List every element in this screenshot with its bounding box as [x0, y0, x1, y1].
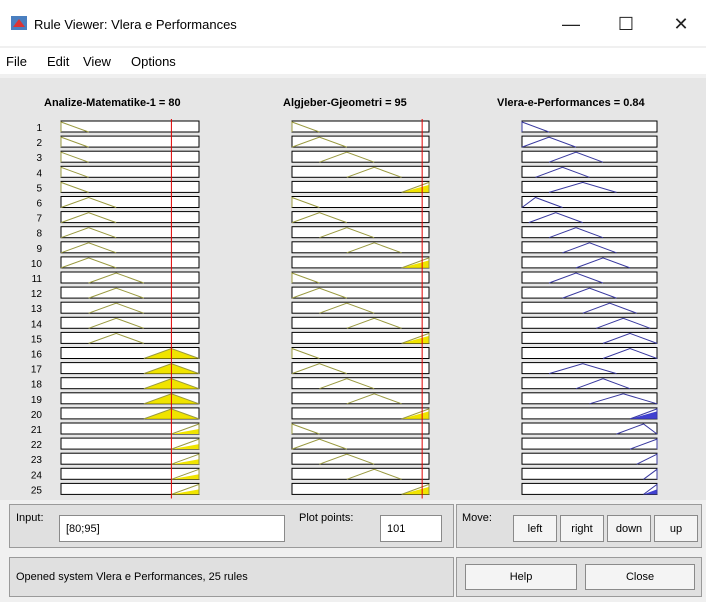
rule-number: 20 — [31, 410, 43, 421]
rule-number: 9 — [36, 244, 42, 255]
rule-number: 8 — [36, 229, 42, 240]
rule-number: 10 — [31, 259, 43, 270]
rule-cell — [521, 347, 658, 359]
rule-cell — [60, 120, 200, 133]
rule-number: 1 — [36, 123, 42, 134]
input-label: Input: — [16, 512, 44, 524]
rule-cell — [60, 482, 200, 495]
move-up-button[interactable]: up — [654, 515, 698, 542]
rule-cell — [291, 120, 430, 133]
rule-cell — [521, 135, 658, 148]
rule-number: 25 — [31, 485, 43, 496]
rule-number: 13 — [31, 304, 43, 315]
rule-number: 17 — [31, 365, 43, 376]
rule-cell — [291, 347, 430, 359]
move-label: Move: — [462, 512, 492, 524]
rule-cell — [521, 422, 658, 435]
rule-number: 16 — [31, 350, 43, 361]
rule-cell — [521, 467, 658, 480]
rule-cell — [521, 331, 658, 344]
rule-cell — [521, 180, 658, 193]
rule-cell — [521, 362, 658, 375]
rule-cell — [521, 241, 658, 254]
rule-cell — [291, 437, 430, 450]
rule-number: 18 — [31, 380, 43, 391]
rule-cell — [60, 452, 200, 465]
rule-cell — [60, 226, 200, 239]
rule-cell — [521, 196, 658, 208]
rule-cell — [291, 362, 430, 375]
rule-cell — [521, 452, 658, 465]
rule-number: 22 — [31, 440, 43, 451]
rule-cell — [521, 165, 658, 178]
rule-number: 6 — [36, 199, 42, 210]
plot-points-label: Plot points: — [299, 512, 354, 524]
close-button[interactable]: Close — [585, 564, 695, 590]
help-button[interactable]: Help — [465, 564, 577, 590]
plot-points-field[interactable]: 101 — [380, 515, 442, 542]
rule-cell — [60, 196, 200, 208]
rule-cell — [60, 135, 200, 148]
rule-cell — [521, 286, 658, 299]
status-text: Opened system Vlera e Performances, 25 r… — [16, 571, 248, 583]
rule-cell — [291, 211, 430, 224]
input-field[interactable]: [80;95] — [59, 515, 285, 542]
rule-number: 12 — [31, 289, 43, 300]
rule-cell — [291, 135, 430, 148]
rule-cell — [521, 482, 658, 495]
rule-number: 7 — [36, 214, 42, 225]
rule-cell — [291, 422, 430, 435]
rule-number: 23 — [31, 455, 43, 466]
rule-number: 2 — [36, 138, 42, 149]
rule-cell — [60, 180, 200, 193]
move-right-button[interactable]: right — [560, 515, 604, 542]
rule-cell — [60, 422, 200, 435]
rule-number: 5 — [36, 183, 42, 194]
rule-cell — [60, 437, 200, 450]
rule-cell — [521, 437, 658, 450]
rule-cell — [521, 120, 658, 133]
move-down-button[interactable]: down — [607, 515, 651, 542]
rule-number: 11 — [32, 274, 43, 285]
rule-number: 14 — [31, 319, 43, 330]
rule-cell — [60, 256, 200, 269]
rule-cell — [60, 241, 200, 254]
rule-cell — [291, 196, 430, 208]
rule-cell — [60, 211, 200, 224]
rule-number: 21 — [31, 425, 43, 436]
rule-number: 4 — [36, 168, 42, 179]
rule-cell — [291, 271, 430, 284]
rule-number: 3 — [36, 153, 42, 164]
rule-number: 15 — [31, 334, 43, 345]
move-left-button[interactable]: left — [513, 515, 557, 542]
rule-cell — [521, 301, 658, 314]
rule-cell — [60, 165, 200, 178]
rule-cell — [291, 286, 430, 299]
rule-cell — [60, 150, 200, 163]
rule-number: 24 — [31, 470, 43, 481]
rule-cell — [60, 467, 200, 480]
rule-number: 19 — [31, 395, 43, 406]
